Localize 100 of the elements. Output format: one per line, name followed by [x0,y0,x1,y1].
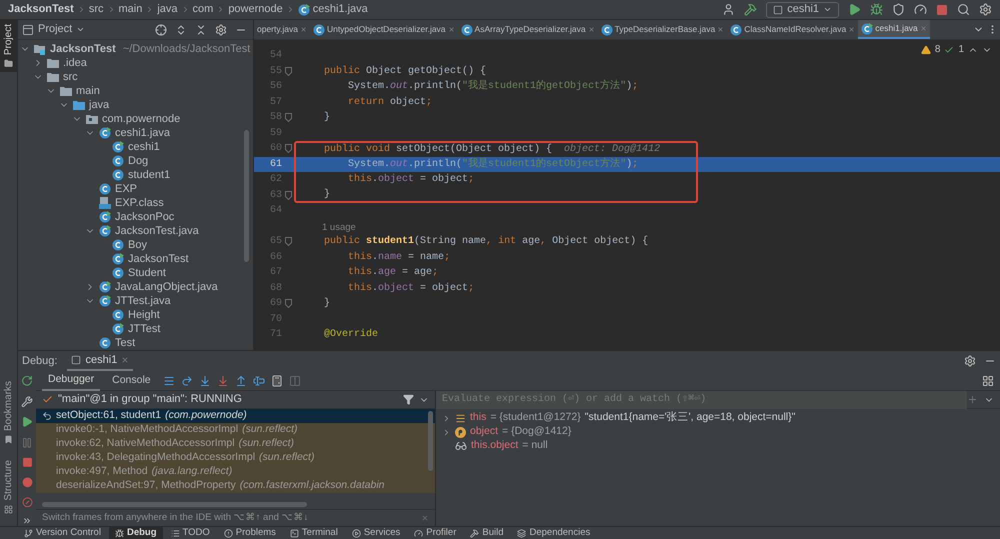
tool-window-button[interactable]: TODO [164,527,216,539]
usage-hint[interactable]: 1 usage [322,222,356,234]
tree-item[interactable]: JavaLangObject.java [18,280,253,294]
editor-tab[interactable]: UntypedObjectDeserializer.java [310,20,458,39]
trace-icon[interactable] [288,374,301,386]
calculator-icon[interactable] [270,374,283,386]
breadcrumb[interactable]: java [157,1,178,18]
breadcrumb[interactable]: main [118,1,142,18]
breadcrumb[interactable]: ceshi1.java [312,1,368,18]
warning-count[interactable]: 8 [934,42,940,57]
rerun-icon[interactable] [21,375,33,387]
tree-item[interactable]: JTTest.java [18,294,253,308]
close-icon[interactable] [717,26,724,33]
session-tab[interactable]: ceshi1 [67,351,134,371]
menu-icon[interactable] [162,374,175,386]
mute-breakpoints-icon[interactable] [22,496,32,508]
user-icon[interactable] [722,3,736,16]
editor-tab[interactable]: AsArrayTypeDeserializer.java [458,20,598,39]
tree-item[interactable]: JacksonTest [18,252,253,266]
stripe-tab[interactable]: Bookmarks [0,377,18,448]
tool-window-button[interactable]: Debug [108,527,163,539]
stack-frame[interactable]: deserializeAndSet:97, MethodProperty (com.fasterxml.jackson.databin [36,479,435,493]
tree-item[interactable]: JTTest [18,322,253,336]
settings-icon[interactable] [979,3,992,16]
run-configuration-dropdown[interactable]: ceshi1 [766,2,839,18]
caret-icon[interactable] [76,25,86,34]
gauge-icon[interactable] [914,3,927,16]
collapse-all-icon[interactable] [195,24,207,36]
bug-icon[interactable] [870,3,883,16]
tool-window-button[interactable]: Terminal [284,527,344,539]
tree-item[interactable]: .idea [18,56,253,70]
close-icon[interactable] [121,356,130,364]
breadcrumb[interactable]: src [88,1,104,18]
tree-item[interactable]: ceshi1.java [18,126,253,140]
tree-item[interactable]: Boy [18,238,253,252]
stack-frame[interactable]: invoke:62, NativeMethodAccessorImpl (sun.reflect) [36,437,435,451]
settings-icon[interactable] [215,24,227,36]
run-icon[interactable] [848,3,861,16]
variable-row[interactable]: this = {student1@1272} "student1{name='张三', age=18, object=null}" [436,411,1000,425]
editor-tab[interactable]: TypeDeserializerBase.java [598,20,728,39]
pause-icon[interactable] [21,436,33,448]
tree-item[interactable]: JacksonTest.java [18,224,253,238]
tree-item[interactable]: student1 [18,168,253,182]
breakpoints-icon[interactable] [22,477,32,488]
shield-icon[interactable] [892,3,905,16]
debugger-tab[interactable]: Debugger [42,370,100,390]
search-icon[interactable] [957,3,970,16]
resume-icon[interactable] [21,416,33,428]
panel-title[interactable]: Project [38,21,72,38]
variable-row[interactable]: object = {Dog@1412} [436,425,1000,439]
close-icon[interactable] [300,26,307,33]
typo-count[interactable]: 1 [958,42,964,57]
fold-marker-icon[interactable] [284,66,292,76]
close-icon[interactable] [848,26,856,33]
warning-icon[interactable] [920,44,931,54]
tree-item[interactable]: JacksonPoc [18,210,253,224]
tool-window-button[interactable]: Build [464,527,510,539]
tree-item[interactable]: Student [18,266,253,280]
hammer-icon[interactable] [744,3,758,16]
fold-marker-icon[interactable] [284,113,292,122]
fold-marker-icon[interactable] [284,144,292,154]
scrollbar-thumb[interactable] [244,130,249,262]
editor-tab[interactable]: ClassNameIdResolver.java [727,20,858,39]
stop-icon[interactable] [936,4,948,16]
tool-window-button[interactable]: Profiler [408,527,462,539]
stop-icon[interactable] [22,457,32,468]
step-over-icon[interactable] [180,374,193,386]
tree-item[interactable]: ceshi1 [18,140,253,154]
tool-window-button[interactable]: Dependencies [511,527,596,539]
tree-item[interactable]: JacksonTest ~/Downloads/JacksonTest [18,42,253,56]
close-icon[interactable] [588,26,595,33]
variable-row[interactable]: this.object = null [436,439,1000,453]
tool-window-button[interactable]: Problems [218,527,282,539]
filter-icon[interactable] [403,394,414,405]
expand-all-icon[interactable] [175,24,187,36]
settings-icon[interactable] [964,355,976,367]
stack-frame[interactable]: setObject:61, student1 (com.powernode) [36,409,435,423]
tool-window-button[interactable]: Version Control [18,527,107,539]
wrench-icon[interactable] [21,396,33,408]
breadcrumb[interactable]: JacksonTest [8,1,74,18]
chevron-right-icon[interactable] [442,428,451,436]
stack-frame[interactable]: invoke0:-1, NativeMethodAccessorImpl (sun.reflect) [36,423,435,437]
fold-marker-icon[interactable] [284,299,292,308]
stack-frame[interactable]: invoke:43, DelegatingMethodAccessorImpl (sun.reflect) [36,451,435,465]
tree-item[interactable]: com.powernode [18,112,253,126]
locate-icon[interactable] [155,24,167,36]
tree-item[interactable]: EXP [18,182,253,196]
tree-item[interactable]: Height [18,308,253,322]
chevron-right-icon[interactable] [442,414,451,422]
close-icon[interactable] [421,514,429,522]
editor-tab[interactable]: operty.java [254,20,310,39]
add-icon[interactable] [967,394,978,405]
tree-item[interactable]: java [18,98,253,112]
tree-item[interactable]: main [18,84,253,98]
run-to-cursor-icon[interactable] [252,374,265,386]
close-icon[interactable] [920,25,927,32]
scrollbar-thumb[interactable] [428,411,433,471]
layout-icon[interactable] [982,374,994,386]
thread-selector[interactable]: "main"@1 in group "main": RUNNING [58,391,242,408]
breadcrumb[interactable]: powernode [228,1,283,18]
